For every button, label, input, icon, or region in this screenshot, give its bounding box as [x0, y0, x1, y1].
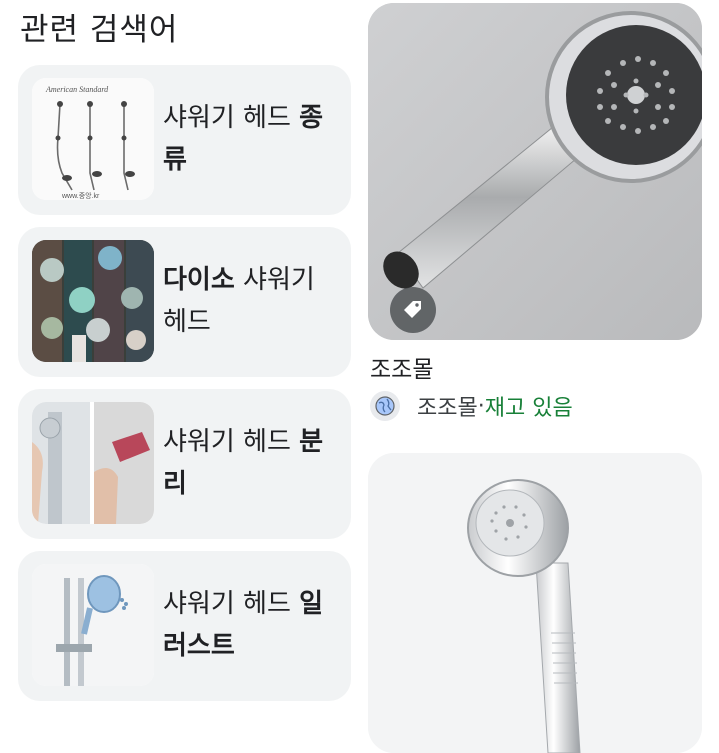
related-search-card[interactable]: American Standard www.중앙.kr 샤워기 헤드 종류: [18, 65, 351, 215]
url-text: www.중앙.kr: [61, 192, 100, 200]
globe-icon: [370, 391, 400, 421]
related-search-label: 샤워기 헤드 종류: [163, 103, 324, 175]
result-title[interactable]: 조조몰: [370, 350, 433, 384]
related-search-card[interactable]: 샤워기 헤드 분리: [18, 389, 351, 539]
result-image[interactable]: [368, 453, 702, 753]
tag-icon[interactable]: [390, 287, 436, 333]
related-search-label: 샤워기 헤드 일러스트: [163, 589, 324, 661]
related-search-label: 다이소 샤워기 헤드: [163, 265, 315, 337]
availability-status: 재고 있음: [484, 396, 573, 421]
related-search-card[interactable]: 샤워기 헤드 일러스트: [18, 551, 351, 701]
related-search-card[interactable]: 다이소 샤워기 헤드: [18, 227, 351, 377]
related-search-thumbnail: [32, 240, 154, 362]
related-searches-title: 관련 검색어: [20, 12, 179, 48]
related-search-thumbnail: [32, 564, 154, 686]
related-search-thumbnail: American Standard www.중앙.kr: [32, 78, 154, 200]
result-source-row[interactable]: 조조몰 · 재고 있음: [370, 390, 573, 422]
related-search-thumbnail: [32, 402, 154, 524]
result-image[interactable]: [368, 3, 702, 340]
brand-text: American Standard: [45, 85, 109, 94]
related-search-label: 샤워기 헤드 분리: [163, 427, 324, 499]
result-site-name: 조조몰: [417, 396, 478, 421]
separator: ·: [477, 393, 485, 419]
